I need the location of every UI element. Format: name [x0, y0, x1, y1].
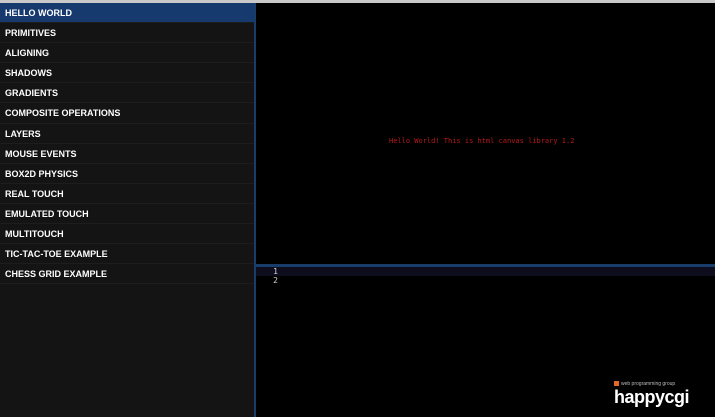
sidebar-item-hello-world[interactable]: HELLO WORLD	[0, 3, 254, 24]
editor-line[interactable]: 1	[256, 267, 715, 276]
line-number: 2	[273, 276, 278, 285]
canvas-preview[interactable]: Hello World! This is html canvas library…	[256, 3, 715, 264]
sidebar-item-emulated-touch[interactable]: EMULATED TOUCH	[0, 204, 254, 225]
sidebar-item-chess-grid-example[interactable]: CHESS GRID EXAMPLE	[0, 264, 254, 285]
sidebar-item-gradients[interactable]: GRADIENTS	[0, 83, 254, 104]
editor-line[interactable]: 2	[256, 276, 715, 285]
sidebar-item-tic-tac-toe-example[interactable]: TIC-TAC-TOE EXAMPLE	[0, 244, 254, 265]
canvas-output-text: Hello World! This is html canvas library…	[389, 137, 575, 145]
sidebar-item-aligning[interactable]: ALIGNING	[0, 43, 254, 64]
line-number: 1	[273, 267, 278, 276]
sidebar-item-layers[interactable]: LAYERS	[0, 124, 254, 144]
sidebar-item-shadows[interactable]: SHADOWS	[0, 63, 254, 84]
brand-logo-block[interactable]: web programming group happycgi	[614, 381, 709, 411]
brand-square-icon	[614, 381, 619, 387]
examples-sidebar: HELLO WORLD PRIMITIVES ALIGNING SHADOWS …	[0, 3, 254, 417]
sidebar-item-box2d-physics[interactable]: BOX2D PHYSICS	[0, 164, 254, 184]
sidebar-item-multitouch[interactable]: MULTITOUCH	[0, 224, 254, 245]
sidebar-item-composite-operations[interactable]: COMPOSITE OPERATIONS	[0, 103, 254, 124]
sidebar-item-primitives[interactable]: PRIMITIVES	[0, 23, 254, 44]
brand-logo-text: happycgi	[614, 387, 690, 407]
sidebar-item-mouse-events[interactable]: MOUSE EVENTS	[0, 144, 254, 164]
sidebar-item-real-touch[interactable]: REAL TOUCH	[0, 184, 254, 204]
